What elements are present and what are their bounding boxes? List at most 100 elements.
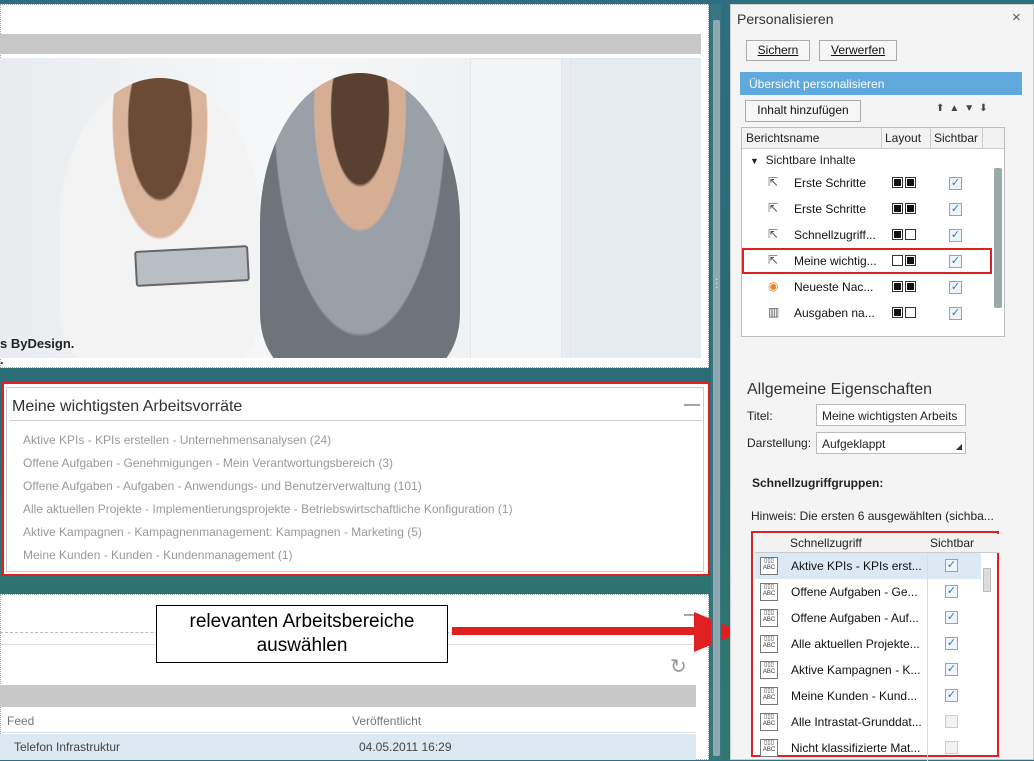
- visible-checkbox[interactable]: ✓: [949, 307, 962, 320]
- callout-box: relevanten Arbeitsbereiche auswählen: [156, 605, 448, 663]
- column-header-layout[interactable]: Layout: [885, 131, 921, 145]
- move-bottom-icon[interactable]: ⬇: [979, 103, 992, 114]
- report-name: Erste Schritte: [794, 176, 867, 190]
- table-row[interactable]: ▯▯▯ABC Nicht klassifizierte Mat... ✓: [755, 735, 981, 761]
- table-row[interactable]: ▥ Ausgaben na... ✓: [742, 301, 994, 327]
- visible-checkbox[interactable]: ✓: [949, 281, 962, 294]
- save-button[interactable]: Sichern: [746, 40, 810, 61]
- tree-group[interactable]: ▼ Sichtbare Inhalte: [750, 153, 856, 167]
- column-divider: [927, 579, 928, 605]
- arrow-shaft: [452, 627, 702, 635]
- list-item[interactable]: Alle aktuellen Projekte - Implementierun…: [23, 501, 513, 524]
- visible-checkbox[interactable]: ✓: [945, 741, 958, 754]
- visible-checkbox[interactable]: ✓: [945, 611, 958, 624]
- display-select[interactable]: Aufgeklappt ◢: [816, 432, 966, 454]
- text-field-icon: ▯▯▯ ABC: [760, 739, 778, 757]
- scrollbar[interactable]: [713, 20, 720, 756]
- text-field-icon: ▯▯▯ ABC: [760, 687, 778, 705]
- overview-section-header[interactable]: Übersicht personalisieren: [740, 72, 1022, 95]
- layout-icon[interactable]: [892, 177, 922, 190]
- column-divider: [927, 553, 928, 579]
- discard-button[interactable]: Verwerfen: [819, 40, 897, 61]
- list-item[interactable]: Aktive KPIs - KPIs erstellen - Unternehm…: [23, 432, 513, 455]
- expand-icon[interactable]: ▼: [750, 156, 759, 166]
- visible-checkbox[interactable]: ✓: [949, 203, 962, 216]
- visible-checkbox[interactable]: ✓: [945, 585, 958, 598]
- feed-date: 04.05.2011 16:29: [359, 740, 452, 754]
- hero-header-bar: [0, 34, 701, 54]
- feed-table-header: Feed Veröffentlicht: [0, 709, 696, 733]
- list-item[interactable]: Meine Kunden - Kunden - Kundenmanagement…: [23, 547, 513, 570]
- visible-checkbox[interactable]: ✓: [945, 689, 958, 702]
- table-row[interactable]: ⇱ Erste Schritte ✓: [742, 197, 994, 223]
- visible-checkbox[interactable]: ✓: [945, 559, 958, 572]
- display-label: Darstellung:: [747, 436, 812, 450]
- scrollbar[interactable]: [994, 168, 1002, 308]
- column-header-visible[interactable]: Sichtbar: [934, 131, 978, 145]
- callout-text: relevanten Arbeitsbereiche: [189, 611, 415, 632]
- properties-title: Allgemeine Eigenschaften: [747, 381, 933, 398]
- callout-text: auswählen: [256, 635, 348, 656]
- table-header: Berichtsname Layout Sichtbar: [742, 128, 1004, 149]
- quickaccess-name: Nicht klassifizierte Mat...: [791, 741, 921, 755]
- steps-icon: ⇱: [768, 175, 779, 189]
- visible-checkbox[interactable]: ✓: [945, 663, 958, 676]
- feed-name: Telefon Infrastruktur: [14, 740, 121, 754]
- column-header-visible[interactable]: Sichtbar: [930, 536, 974, 550]
- layout-icon[interactable]: [892, 203, 922, 216]
- title-input[interactable]: Meine wichtigsten Arbeits: [816, 404, 966, 426]
- arbeitsvorraete-list: Aktive KPIs - KPIs erstellen - Unternehm…: [23, 432, 513, 570]
- add-content-button[interactable]: Inhalt hinzufügen: [745, 100, 861, 122]
- groups-label: Schnellzugriffgruppen:: [752, 476, 884, 490]
- move-up-icon[interactable]: ▲: [949, 103, 964, 114]
- visible-checkbox[interactable]: ✓: [945, 715, 958, 728]
- text-field-icon: ▯▯▯ ABC: [760, 635, 778, 653]
- table-row[interactable]: ▯▯▯ ABC Offene Aufgaben - Auf... ✓: [755, 605, 981, 631]
- layout-icon[interactable]: [892, 281, 922, 294]
- refresh-icon[interactable]: ↻: [670, 654, 687, 679]
- quickaccess-name: Aktive KPIs - KPIs erst...: [791, 559, 922, 573]
- layout-icon[interactable]: [892, 307, 922, 320]
- text-field-icon: ▯▯▯ ABC: [760, 583, 778, 601]
- list-item[interactable]: Offene Aufgaben - Genehmigungen - Mein V…: [23, 455, 513, 478]
- move-top-icon[interactable]: ⬆: [936, 103, 949, 114]
- chart-icon: ▥: [768, 305, 780, 319]
- table-row[interactable]: ▯▯▯ ABC Alle aktuellen Projekte... ✓: [755, 631, 981, 657]
- hero-text: s ByDesign.: [0, 336, 75, 351]
- divider: [10, 420, 702, 421]
- column-header-quickaccess[interactable]: Schnellzugriff: [790, 536, 862, 550]
- list-item[interactable]: Aktive Kampagnen - Kampagnenmanagement: …: [23, 524, 513, 547]
- minimize-icon[interactable]: —: [684, 396, 700, 414]
- grip-icon: · · ·: [715, 274, 719, 293]
- column-header-feed[interactable]: Feed: [7, 714, 34, 728]
- visible-checkbox[interactable]: ✓: [945, 637, 958, 650]
- reorder-icons[interactable]: ⬆▲▼⬇: [936, 103, 993, 114]
- table-row[interactable]: ▯▯▯ ABC Aktive KPIs - KPIs erst... ✓: [755, 553, 981, 579]
- scrollbar[interactable]: [983, 568, 991, 592]
- visible-checkbox[interactable]: ✓: [949, 177, 962, 190]
- table-row[interactable]: ▯▯▯ ABC Offene Aufgaben - Ge... ✓: [755, 579, 981, 605]
- table-row[interactable]: ⇱ Erste Schritte ✓: [742, 171, 994, 197]
- group-label: Sichtbare Inhalte: [765, 153, 856, 167]
- text-field-icon: ▯▯▯ ABC: [760, 557, 778, 575]
- report-name: Neueste Nac...: [794, 280, 874, 294]
- list-item[interactable]: Offene Aufgaben - Aufgaben - Anwendungs-…: [23, 478, 513, 501]
- selected-row-highlight: [742, 248, 992, 274]
- table-row[interactable]: Telefon Infrastruktur 04.05.2011 16:29: [0, 734, 696, 760]
- column-divider: [927, 735, 928, 761]
- column-header-name[interactable]: Berichtsname: [746, 131, 819, 145]
- hint-text: Hinweis: Die ersten 6 ausgewählten (sich…: [751, 509, 994, 523]
- column-header-published[interactable]: Veröffentlicht: [352, 714, 421, 728]
- table-row[interactable]: ▯▯▯ ABC Meine Kunden - Kund... ✓: [755, 683, 981, 709]
- table-row[interactable]: ▯▯▯ ABC Aktive Kampagnen - K... ✓: [755, 657, 981, 683]
- visible-checkbox[interactable]: ✓: [949, 229, 962, 242]
- widget-title: Meine wichtigsten Arbeitsvorräte: [12, 398, 243, 415]
- layout-icon[interactable]: [892, 229, 922, 242]
- steps-icon: ⇱: [768, 227, 779, 241]
- quickaccess-name: Offene Aufgaben - Auf...: [791, 611, 919, 625]
- table-row[interactable]: ◉ Neueste Nac... ✓: [742, 275, 994, 301]
- move-down-icon[interactable]: ▼: [964, 103, 979, 114]
- table-row[interactable]: ▯▯▯ABC Alle Intrastat-Grunddat... ✓: [755, 709, 981, 735]
- table-row[interactable]: ⇱ Schnellzugriff... ✓: [742, 223, 994, 249]
- close-icon[interactable]: ×: [1012, 9, 1021, 26]
